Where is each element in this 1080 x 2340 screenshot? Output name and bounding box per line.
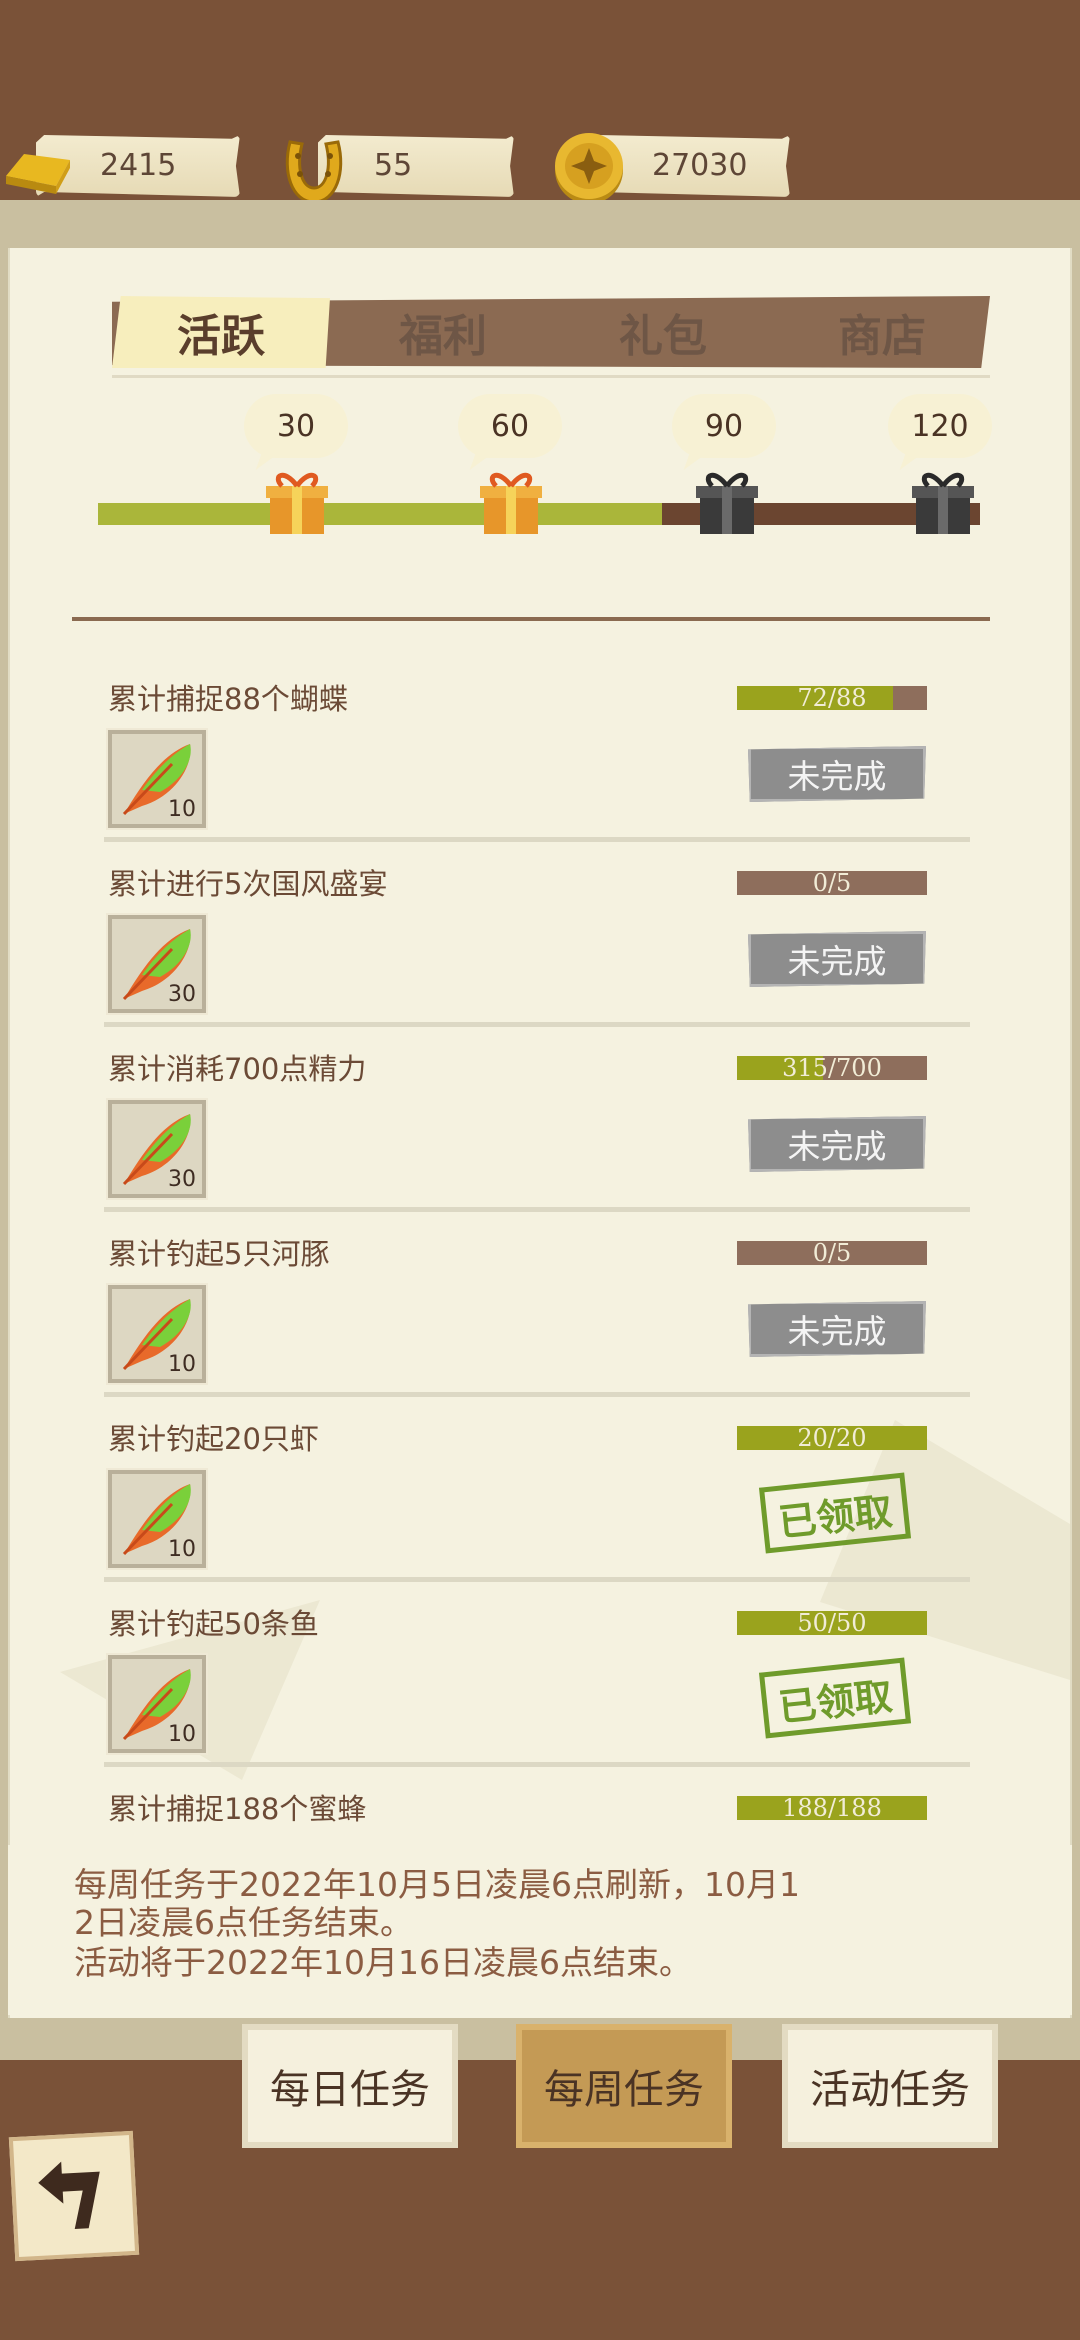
row-separator xyxy=(104,1207,970,1212)
task-progress-text: 188/188 xyxy=(782,1796,882,1820)
incomplete-button[interactable]: 未完成 xyxy=(748,1116,926,1172)
milestone-points-120: 120 xyxy=(888,394,992,458)
reward-count: 10 xyxy=(168,1722,196,1747)
milestone-points-30: 30 xyxy=(244,394,348,458)
tab-active[interactable]: 活跃 xyxy=(112,296,330,368)
back-arrow-icon xyxy=(38,2161,100,2230)
reward-slot[interactable]: 10 xyxy=(106,1468,208,1570)
gold-amount: 2415 xyxy=(100,148,177,183)
task-progress-bar: 188/188 xyxy=(737,1796,927,1820)
gold-bar-icon xyxy=(6,154,70,194)
tab-gift-pack[interactable]: 礼包 xyxy=(554,296,772,368)
task-progress-text: 0/5 xyxy=(812,1241,852,1265)
category-tabs: 活跃 福利 礼包 商店 xyxy=(112,296,990,368)
reward-slot[interactable]: 10 xyxy=(106,728,208,830)
reward-count: 30 xyxy=(168,982,196,1007)
task-progress-bar: 315/700 xyxy=(737,1056,927,1080)
task-progress-text: 315/700 xyxy=(782,1056,882,1080)
reward-slot[interactable]: 10 xyxy=(106,1653,208,1755)
task-progress-text: 0/5 xyxy=(812,871,852,895)
task-title: 累计钓起50条鱼 xyxy=(108,1607,319,1641)
milestone-points-90: 90 xyxy=(672,394,776,458)
task-title: 累计钓起20只虾 xyxy=(108,1422,319,1456)
row-separator xyxy=(104,1577,970,1582)
task-progress-bar: 72/88 xyxy=(737,686,927,710)
gift-box-open-icon[interactable] xyxy=(262,466,332,536)
reward-count: 10 xyxy=(168,1352,196,1377)
task-title: 累计捕捉188个蜜蜂 xyxy=(108,1792,367,1826)
horseshoe-icon xyxy=(285,140,343,204)
coin-amount: 27030 xyxy=(652,148,748,183)
task-title: 累计捕捉88个蝴蝶 xyxy=(108,682,348,716)
task-progress-bar: 20/20 xyxy=(737,1426,927,1450)
coin-icon xyxy=(555,133,623,204)
tab-underline xyxy=(112,375,990,378)
weekly-tasks-button[interactable]: 每周任务 xyxy=(516,2024,732,2148)
gift-box-locked-icon[interactable] xyxy=(908,466,978,536)
reward-slot[interactable]: 30 xyxy=(106,1098,208,1200)
task-progress-bar: 0/5 xyxy=(737,1241,927,1265)
task-progress-text: 72/88 xyxy=(797,686,867,710)
reward-count: 30 xyxy=(168,1167,196,1192)
row-separator xyxy=(104,1022,970,1027)
gift-box-locked-icon[interactable] xyxy=(692,466,762,536)
task-title: 累计消耗700点精力 xyxy=(108,1052,367,1086)
daily-tasks-button[interactable]: 每日任务 xyxy=(242,2024,458,2148)
row-separator xyxy=(104,1762,970,1767)
task-title: 累计钓起5只河豚 xyxy=(108,1237,330,1271)
tab-welfare[interactable]: 福利 xyxy=(334,296,552,368)
event-tasks-button[interactable]: 活动任务 xyxy=(782,2024,998,2148)
row-separator xyxy=(104,1392,970,1397)
reward-slot[interactable]: 10 xyxy=(106,1283,208,1385)
task-progress-text: 20/20 xyxy=(797,1426,867,1450)
milestone-progress-fill xyxy=(98,503,662,525)
incomplete-button[interactable]: 未完成 xyxy=(748,931,926,987)
gift-box-open-icon[interactable] xyxy=(476,466,546,536)
back-button[interactable] xyxy=(8,2130,140,2262)
reward-slot[interactable]: 30 xyxy=(106,913,208,1015)
task-progress-bar: 50/50 xyxy=(737,1611,927,1635)
task-title: 累计进行5次国风盛宴 xyxy=(108,867,388,901)
reward-count: 10 xyxy=(168,1537,196,1562)
task-progress-bar: 0/5 xyxy=(737,871,927,895)
row-separator xyxy=(104,837,970,842)
task-progress-text: 50/50 xyxy=(797,1611,867,1635)
tab-shop[interactable]: 商店 xyxy=(774,296,990,368)
incomplete-button[interactable]: 未完成 xyxy=(748,746,926,802)
incomplete-button[interactable]: 未完成 xyxy=(748,1301,926,1357)
milestone-points-60: 60 xyxy=(458,394,562,458)
reward-count: 10 xyxy=(168,797,196,822)
horseshoe-amount: 55 xyxy=(374,148,413,183)
notice-line: 活动将于2022年10月16日凌晨6点结束。 xyxy=(74,1943,692,1982)
section-divider xyxy=(72,617,990,621)
